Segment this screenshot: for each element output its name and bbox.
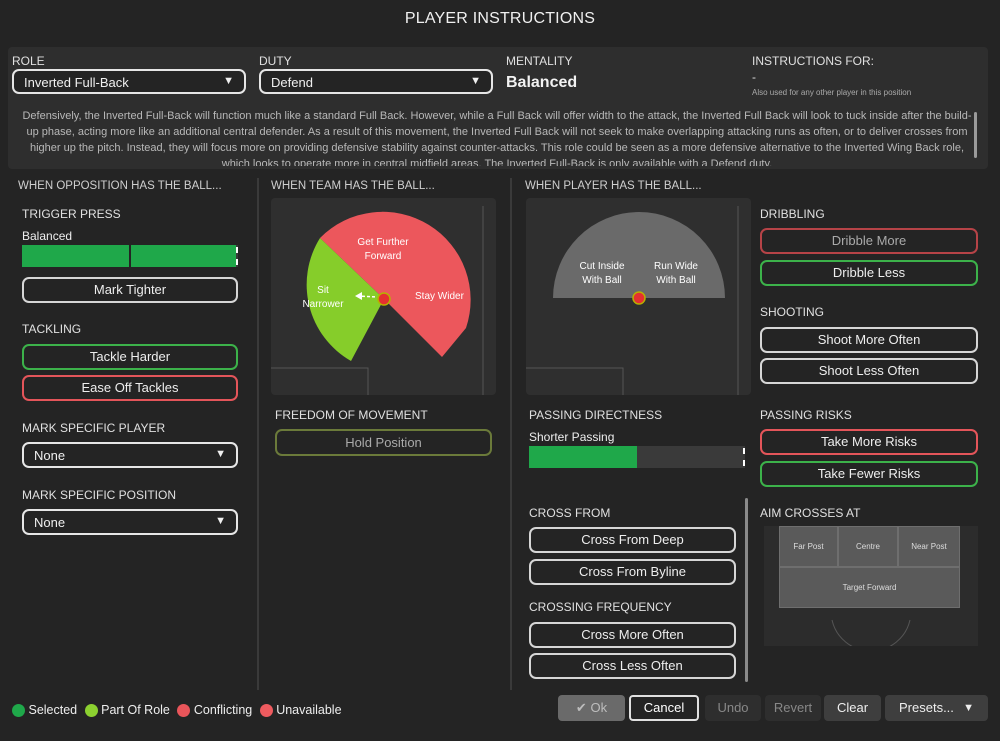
team-section-title: WHEN TEAM HAS THE BALL... [271, 180, 435, 192]
player-position-marker [377, 292, 391, 306]
role-label: ROLE [12, 54, 45, 68]
aim-crosses-pitch: Far Post Centre Near Post Target Forward [764, 526, 978, 646]
selected-dot-icon [12, 704, 25, 718]
chevron-down-icon: ▼ [215, 515, 226, 527]
part-of-role-dot-icon [84, 704, 98, 718]
legend-part-of-role: Part Of Role [101, 703, 170, 717]
run-wide-label: Run Wide With Ball [654, 261, 698, 286]
chevron-down-icon: ▼ [963, 702, 974, 714]
presets-button[interactable]: Presets... ▼ [885, 695, 988, 721]
passing-directness-label: PASSING DIRECTNESS [529, 408, 663, 422]
trigger-press-slider[interactable] [22, 245, 238, 267]
sit-narrower-label: Sit Narrower [302, 285, 344, 310]
shoot-more-often-button[interactable]: Shoot More Often [760, 327, 978, 353]
instructions-for-value: - [752, 70, 756, 84]
mentality-label: MENTALITY [506, 54, 573, 68]
player-ball-map-graphic [526, 206, 739, 395]
role-value: Inverted Full-Back [24, 75, 129, 90]
ok-label: Ok [590, 700, 608, 715]
clear-button[interactable]: Clear [824, 695, 881, 721]
cross-less-often-button[interactable]: Cross Less Often [529, 653, 736, 679]
cross-more-often-button[interactable]: Cross More Often [529, 622, 736, 648]
legend: Selected Part Of Role Conflicting Unavai… [12, 703, 342, 718]
chevron-down-icon: ▼ [223, 75, 234, 87]
dribbling-label: DRIBBLING [760, 207, 825, 221]
legend-selected: Selected [28, 703, 78, 717]
mark-position-label: MARK SPECIFIC POSITION [22, 488, 177, 502]
dialog-title: PLAYER INSTRUCTIONS [404, 10, 596, 27]
column-divider [257, 178, 259, 690]
legend-unavailable: Unavailable [276, 703, 342, 717]
passing-directness-fill [529, 446, 637, 468]
near-post-target[interactable]: Near Post [899, 527, 959, 566]
column-scrollbar[interactable] [745, 498, 748, 682]
cross-from-label: CROSS FROM [529, 506, 611, 520]
trigger-press-value: Balanced [22, 229, 73, 243]
team-movement-map[interactable]: Get Further Forward Sit Narrower Stay Wi… [271, 198, 496, 395]
crossing-frequency-label: CROSSING FREQUENCY [529, 600, 672, 614]
tackle-harder-button[interactable]: Tackle Harder [22, 344, 238, 370]
instructions-for-label: INSTRUCTIONS FOR: [752, 54, 874, 68]
description-scrollbar[interactable] [974, 112, 977, 158]
mark-player-label: MARK SPECIFIC PLAYER [22, 421, 166, 435]
player-position-marker [632, 291, 646, 305]
passing-directness-slider[interactable] [529, 446, 745, 468]
instructions-for-note: Also used for any other player in this p… [752, 88, 912, 97]
cut-inside-label: Cut Inside With Ball [579, 261, 625, 286]
far-post-target[interactable]: Far Post [780, 527, 837, 566]
stay-wider-label: Stay Wider [415, 291, 464, 302]
player-section-title: WHEN PLAYER HAS THE BALL... [525, 180, 702, 192]
chevron-down-icon: ▼ [470, 75, 481, 87]
cross-from-deep-button[interactable]: Cross From Deep [529, 527, 736, 553]
cancel-button[interactable]: Cancel [629, 695, 699, 721]
opposition-section-title: WHEN OPPOSITION HAS THE BALL... [18, 180, 222, 192]
chevron-down-icon: ▼ [215, 448, 226, 460]
dribble-more-button[interactable]: Dribble More [760, 228, 978, 254]
ok-button[interactable]: ✔ Ok [558, 695, 625, 721]
trigger-press-label: TRIGGER PRESS [22, 207, 121, 221]
slider-midpoint [129, 245, 131, 267]
mentality-value: Balanced [506, 74, 578, 91]
hold-position-button[interactable]: Hold Position [275, 429, 492, 456]
centre-target[interactable]: Centre [839, 527, 897, 566]
aim-crosses-label: AIM CROSSES AT [760, 506, 861, 520]
player-ball-map[interactable]: Cut Inside With Ball Run Wide With Ball [526, 198, 751, 395]
undo-button[interactable]: Undo [705, 695, 761, 721]
revert-button[interactable]: Revert [765, 695, 821, 721]
role-dropdown[interactable]: Inverted Full-Back ▼ [12, 69, 246, 94]
checkmark-icon: ✔ [575, 700, 587, 715]
take-fewer-risks-button[interactable]: Take Fewer Risks [760, 461, 978, 487]
duty-value: Defend [271, 75, 313, 90]
duty-dropdown[interactable]: Defend ▼ [259, 69, 493, 94]
role-description: Defensively, the Inverted Full-Back will… [22, 110, 972, 166]
shoot-less-often-button[interactable]: Shoot Less Often [760, 358, 978, 384]
slider-end-marker [743, 448, 747, 466]
get-further-forward-label: Get Further Forward [357, 237, 409, 262]
mark-player-dropdown[interactable]: None ▼ [22, 442, 238, 468]
mark-tighter-button[interactable]: Mark Tighter [22, 277, 238, 303]
mark-player-value: None [34, 448, 66, 463]
tackling-label: TACKLING [22, 322, 82, 336]
passing-risks-label: PASSING RISKS [760, 408, 852, 422]
mark-position-value: None [34, 515, 66, 530]
unavailable-dot-icon [259, 704, 273, 718]
passing-directness-value: Shorter Passing [529, 430, 615, 444]
duty-label: DUTY [259, 54, 292, 68]
conflicting-dot-icon [177, 704, 191, 718]
take-more-risks-button[interactable]: Take More Risks [760, 429, 978, 455]
shooting-label: SHOOTING [760, 305, 825, 319]
target-forward-target[interactable]: Target Forward [780, 568, 959, 607]
column-divider [510, 178, 512, 690]
dribble-less-button[interactable]: Dribble Less [760, 260, 978, 286]
ease-off-tackles-button[interactable]: Ease Off Tackles [22, 375, 238, 401]
cross-from-byline-button[interactable]: Cross From Byline [529, 559, 736, 585]
mark-position-dropdown[interactable]: None ▼ [22, 509, 238, 535]
slider-end-marker [236, 247, 240, 265]
legend-conflicting: Conflicting [193, 703, 253, 717]
freedom-label: FREEDOM OF MOVEMENT [275, 408, 428, 422]
presets-label: Presets... [899, 700, 954, 715]
